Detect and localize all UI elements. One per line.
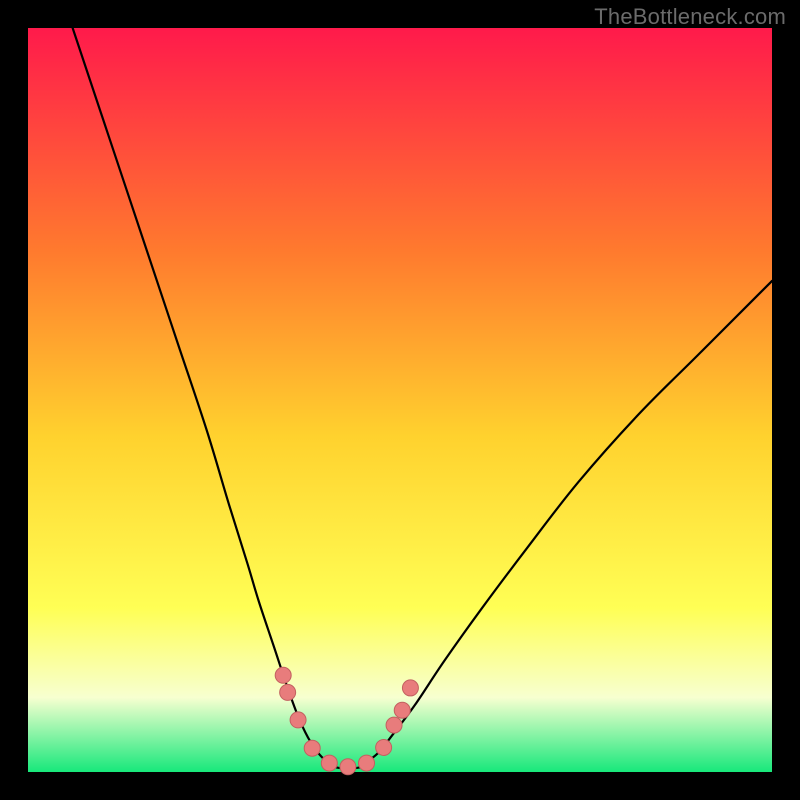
data-dot [394, 702, 410, 718]
data-dot [321, 755, 337, 771]
data-dot [340, 759, 356, 775]
series-left-curve [73, 28, 333, 765]
outer-frame: TheBottleneck.com [0, 0, 800, 800]
plot-area [28, 28, 772, 772]
chart-curves [28, 28, 772, 772]
data-dot [280, 684, 296, 700]
series-right-curve [363, 281, 772, 765]
data-dot [290, 712, 306, 728]
data-dot [402, 680, 418, 696]
watermark-text: TheBottleneck.com [594, 4, 786, 30]
data-dot [359, 755, 375, 771]
data-dot [275, 667, 291, 683]
data-dot [376, 739, 392, 755]
data-dot [304, 740, 320, 756]
data-dot [386, 717, 402, 733]
